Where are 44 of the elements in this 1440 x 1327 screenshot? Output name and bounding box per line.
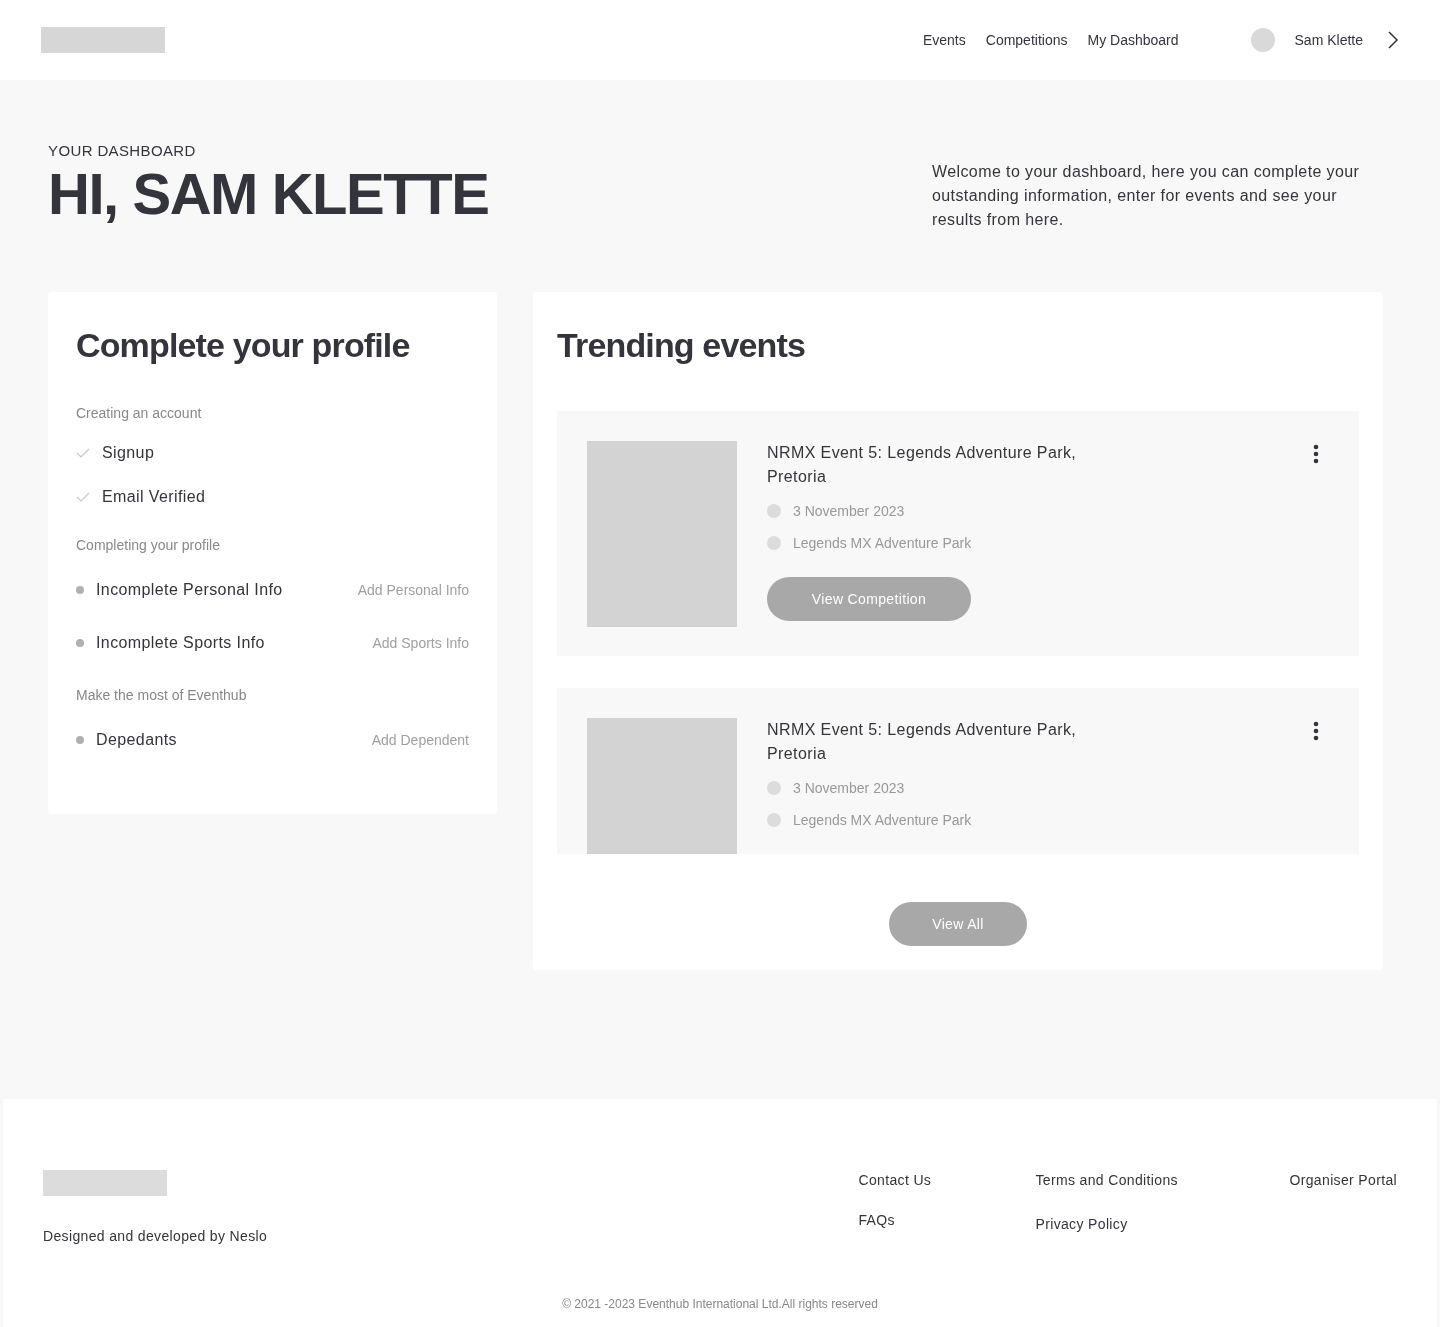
footer-link[interactable]: FAQs xyxy=(858,1210,1036,1230)
nav-link[interactable]: Events xyxy=(922,30,966,50)
credit-text: Designed and developed by Neslo xyxy=(43,1227,268,1246)
copyright-text: © 2021 -2023 Eventhub International Ltd.All rights reserved xyxy=(561,1296,879,1312)
nav-link[interactable]: Competitions xyxy=(985,30,1068,50)
event-card[interactable]: NRMX Event 5: Legends Adventure Park, Pretoria 3 November 2023 Legends MX Adventure Park View Competition xyxy=(557,411,1359,656)
footer-link[interactable]: Terms and Conditions xyxy=(1035,1170,1290,1190)
card-title: Complete your profile xyxy=(76,325,411,366)
step-label: Signup xyxy=(102,443,155,463)
chevron-right-icon[interactable] xyxy=(1387,30,1399,50)
more-options-icon[interactable] xyxy=(1313,721,1319,741)
step-label: Depedants xyxy=(96,729,177,750)
step-label: Incomplete Sports Info xyxy=(96,632,265,653)
check-icon xyxy=(76,492,90,502)
check-icon xyxy=(76,448,90,458)
event-title[interactable]: NRMX Event 5: Legends Adventure Park, Pretoria xyxy=(767,718,1107,766)
location-icon xyxy=(767,813,781,827)
nav-link[interactable]: My Dashboard xyxy=(1087,30,1179,50)
greeting-title: HI, SAM KLETTE xyxy=(48,162,489,225)
date-icon xyxy=(767,781,781,795)
eyebrow-label: YOUR DASHBOARD xyxy=(48,141,197,161)
event-date: 3 November 2023 xyxy=(793,502,905,521)
more-options-icon[interactable] xyxy=(1313,444,1319,464)
bullet-icon xyxy=(76,585,84,594)
card-title: Trending events xyxy=(557,325,806,366)
event-date: 3 November 2023 xyxy=(793,779,905,798)
step-label: Email Verified xyxy=(102,487,206,507)
bullet-icon xyxy=(76,735,84,744)
welcome-text: Welcome to your dashboard, here you can complete your outstanding information, enter for events and see your results from here. xyxy=(932,162,1361,230)
event-card[interactable]: NRMX Event 5: Legends Adventure Park, Pretoria 3 November 2023 Legends MX Adventure Park xyxy=(557,688,1359,854)
event-title[interactable]: NRMX Event 5: Legends Adventure Park, Pretoria xyxy=(767,441,1107,489)
event-venue: Legends MX Adventure Park xyxy=(793,811,972,830)
user-name[interactable]: Sam Klette xyxy=(1294,30,1363,50)
event-venue: Legends MX Adventure Park xyxy=(793,534,972,553)
date-icon xyxy=(767,504,781,518)
footer-link[interactable]: Privacy Policy xyxy=(1035,1214,1290,1234)
location-icon xyxy=(767,536,781,550)
step-label: Incomplete Personal Info xyxy=(96,579,283,600)
section-heading: Creating an account xyxy=(76,404,203,423)
footer-link[interactable]: Contact Us xyxy=(858,1170,1036,1190)
section-heading: Completing your profile xyxy=(76,536,221,555)
section-heading: Make the most of Eventhub xyxy=(76,686,248,705)
bullet-icon xyxy=(76,638,84,647)
footer-link[interactable]: Organiser Portal xyxy=(1289,1170,1397,1190)
